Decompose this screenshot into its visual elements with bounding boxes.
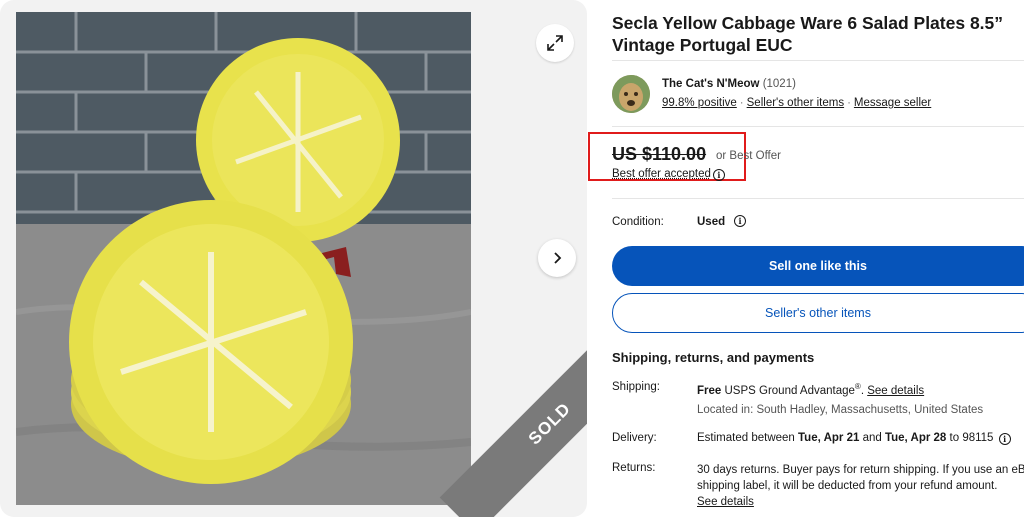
divider [612,60,1024,61]
returns-line-1: 30 days returns. Buyer pays for return s… [697,462,1024,478]
sold-label: SOLD [525,399,575,449]
divider [612,126,1024,127]
shipping-label: Shipping: [612,381,660,393]
delivery-to: to 98115 [950,432,994,444]
condition-value: Used [697,216,725,228]
shipping-see-details-link[interactable]: See details [867,385,924,397]
shipping-free: Free [697,385,721,397]
next-image-button[interactable] [538,239,576,277]
message-seller-link[interactable]: Message seller [854,97,931,109]
plates-image [16,12,471,505]
registered-mark: ® [855,382,861,391]
seller-name[interactable]: The Cat's N'Meow (1021) [662,78,796,90]
divider [612,198,1024,199]
seller-feedback-count: (1021) [763,78,796,90]
product-photo[interactable] [16,12,471,505]
delivery-and: and [863,432,882,444]
condition-label: Condition: [612,216,664,228]
seller-card: The Cat's N'Meow (1021) 99.8% positive · S… [612,74,1024,114]
listing-details-panel: Secla Yellow Cabbage Ware 6 Salad Plates… [612,0,1024,517]
delivery-value: Estimated between Tue, Apr 21 and Tue, A… [697,432,1011,445]
seller-links: 99.8% positive · Seller's other items · Mess… [662,97,931,109]
seller-name-text[interactable]: The Cat's N'Meow [662,78,759,90]
seller-other-items-link[interactable]: Seller's other items [747,97,844,109]
delivery-info-icon[interactable]: i [999,433,1011,445]
listing-title: Secla Yellow Cabbage Ware 6 Salad Plates… [612,12,1024,56]
returns-see-details-link[interactable]: See details [697,496,754,508]
info-icon[interactable]: i [713,169,725,181]
best-offer-accepted[interactable]: Best offer accepted i [612,168,725,181]
sellers-other-items-button[interactable]: Seller's other items [612,293,1024,333]
item-location: Located in: South Hadley, Massachusetts,… [697,404,983,416]
best-offer-text: or Best Offer [716,150,781,162]
delivery-end: Tue, Apr 28 [885,432,946,444]
seller-avatar[interactable] [612,75,650,113]
condition-info-icon[interactable]: i [734,215,746,227]
shipping-service: USPS Ground Advantage [725,385,855,397]
seller-positive-link[interactable]: 99.8% positive [662,97,737,109]
cheetah-avatar-icon [612,75,650,113]
shipping-value: Free USPS Ground Advantage®. See details [697,382,924,397]
delivery-start: Tue, Apr 21 [798,432,859,444]
best-offer-accepted-text: Best offer accepted [612,168,711,180]
price-section: US $110.00 or Best Offer Best offer acce… [612,140,1024,190]
returns-label: Returns: [612,462,655,474]
shipping-heading: Shipping, returns, and payments [612,350,814,365]
expand-icon [546,34,564,52]
returns-text: 30 days returns. Buyer pays for return s… [697,462,1024,510]
returns-line-2: shipping label, it will be deducted from… [697,478,1024,494]
image-gallery: SOLD [0,0,587,517]
delivery-prefix: Estimated between [697,432,795,444]
delivery-label: Delivery: [612,432,657,444]
sell-one-like-this-button[interactable]: Sell one like this [612,246,1024,286]
price-amount: US $110.00 [612,144,706,165]
chevron-right-icon [550,251,564,265]
expand-image-button[interactable] [536,24,574,62]
